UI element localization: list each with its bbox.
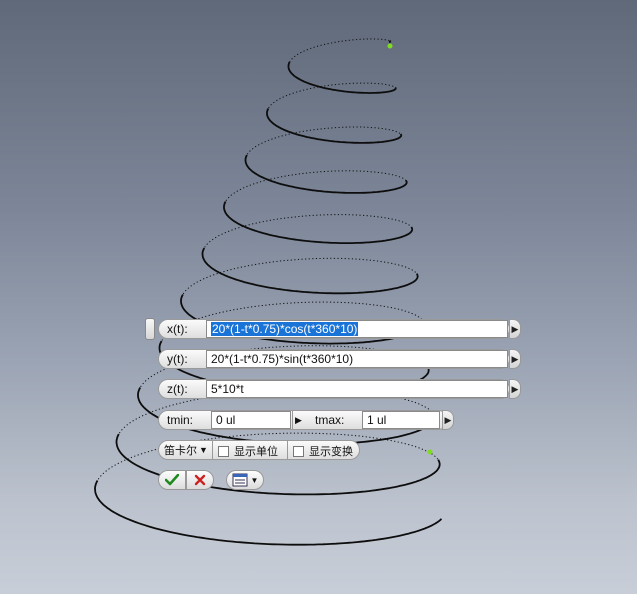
coord-system-value: 笛卡尔 [164,445,197,457]
coord-system-dropdown[interactable]: 笛卡尔 ▼ [164,442,208,458]
helix-end-point [387,43,393,49]
x-expression-text: 20*(1-t*0.75)*cos(t*360*10) [211,322,359,336]
y-label: y(t): [167,352,188,366]
y-expand-button[interactable]: ▶ [509,349,521,369]
tmin-value: 0 ul [216,413,236,427]
y-expression-text: 20*(1-t*0.75)*sin(t*360*10) [211,352,354,366]
conical-helix-curve [94,38,443,546]
tmax-input[interactable]: 1 ul [362,411,440,429]
show-transform-checkbox[interactable]: 显示变换 [293,443,353,459]
chevron-right-icon: ▶ [511,383,519,394]
cancel-button[interactable] [186,470,214,490]
z-label: z(t): [167,382,188,396]
chevron-down-icon: ▼ [199,445,208,455]
options-menu-button[interactable]: ▼ [226,470,264,490]
x-expand-button[interactable]: ▶ [509,319,521,339]
show-units-checkbox[interactable]: 显示单位 [218,443,278,459]
close-icon [194,474,206,486]
x-expression-input[interactable]: 20*(1-t*0.75)*cos(t*360*10) [206,320,508,338]
tmax-label: tmax: [315,413,345,427]
tmax-expand-button[interactable]: ▶ [442,410,454,430]
helix-viewport[interactable] [0,0,637,594]
y-expression-input[interactable]: 20*(1-t*0.75)*sin(t*360*10) [206,350,508,368]
helix-visible-segments [94,40,443,546]
checkbox-box [293,445,304,457]
chevron-right-icon: ▶ [295,414,302,425]
z-expression-input[interactable]: 5*10*t [206,380,508,398]
show-transform-label: 显示变换 [309,446,353,458]
ok-button[interactable] [158,470,186,490]
check-icon [165,474,179,486]
tmin-expand-button[interactable]: ▶ [292,411,304,429]
x-label: x(t): [167,322,188,336]
checkbox-box [218,445,229,457]
helix-hidden-segments [94,38,442,546]
helix-start-point [427,449,433,455]
options-menu-icon [232,473,248,487]
show-units-label: 显示单位 [234,446,278,458]
options-divider [212,441,213,459]
tmin-input[interactable]: 0 ul [211,411,291,429]
options-divider [287,441,288,459]
z-expression-text: 5*10*t [211,382,244,396]
tmax-value: 1 ul [367,413,387,427]
chevron-right-icon: ▶ [511,353,519,364]
chevron-down-icon: ▼ [250,475,259,485]
panel-drag-handle[interactable] [145,318,155,340]
z-expand-button[interactable]: ▶ [509,379,521,399]
chevron-right-icon: ▶ [511,323,519,334]
tmin-label: tmin: [167,413,194,427]
chevron-right-icon: ▶ [444,414,452,425]
